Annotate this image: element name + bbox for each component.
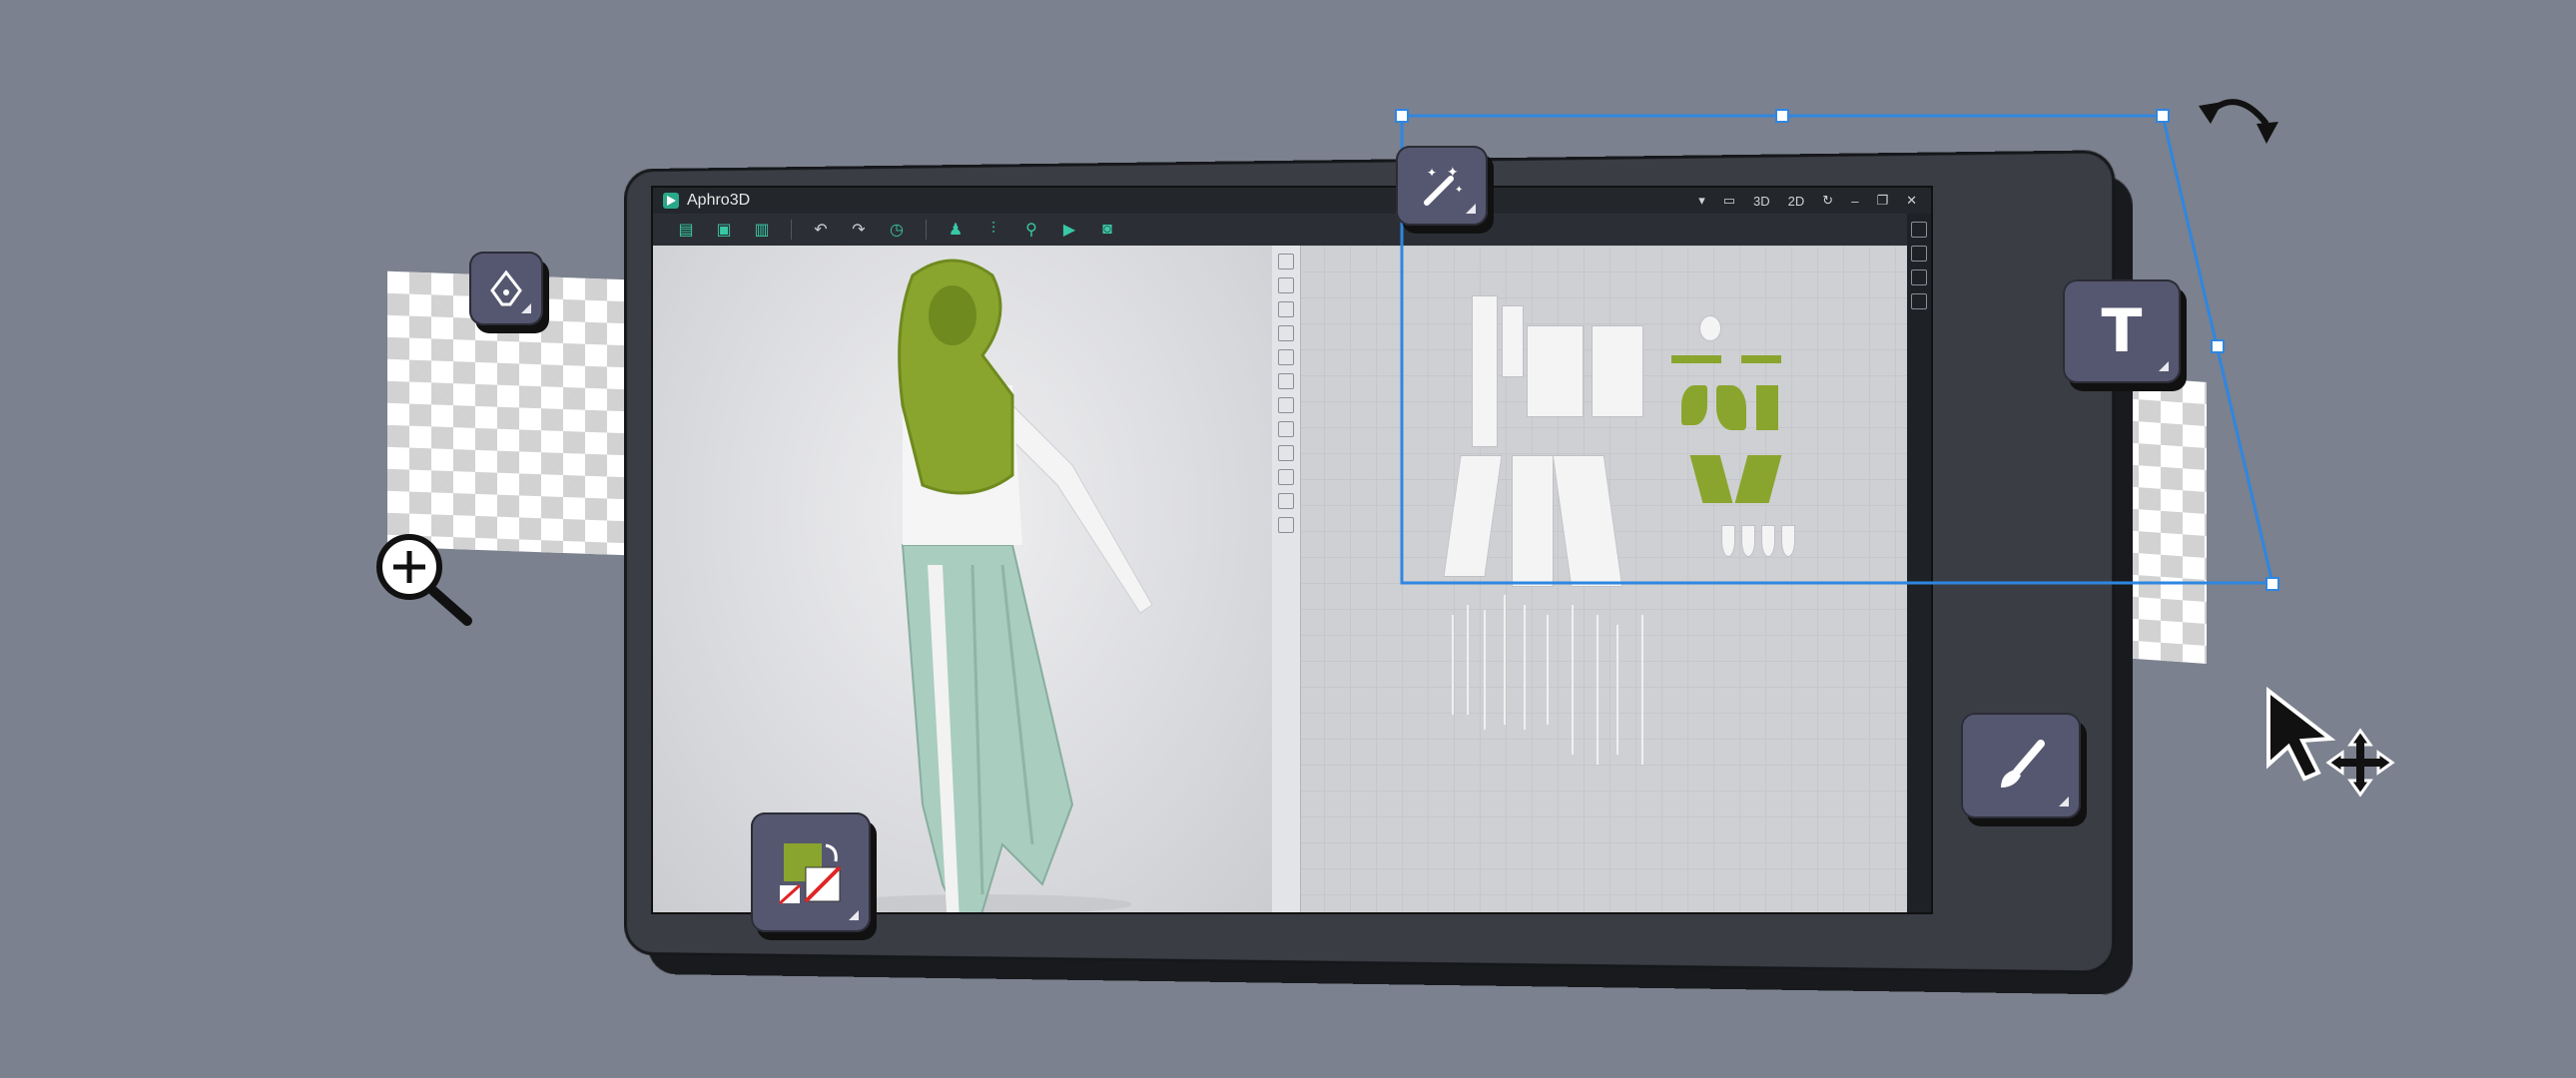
- magic-wand-tile[interactable]: ✦ ✦ ✦: [1396, 146, 1488, 226]
- redo-icon[interactable]: ↷: [850, 221, 868, 239]
- sew-icon[interactable]: [1278, 373, 1294, 389]
- camera-video-icon[interactable]: ▶: [1060, 221, 1078, 239]
- notch-icon[interactable]: [1278, 445, 1294, 461]
- pattern-strip[interactable]: [1467, 605, 1469, 715]
- save-icon[interactable]: ▣: [715, 221, 733, 239]
- pattern-strip[interactable]: [1452, 615, 1454, 715]
- selection-handle-top-left[interactable]: [1395, 109, 1409, 123]
- ruler-icon[interactable]: [1278, 517, 1294, 533]
- brush-icon: [2001, 740, 2045, 788]
- button-tool-icon[interactable]: [1278, 469, 1294, 485]
- fold-icon[interactable]: [1278, 421, 1294, 437]
- hanger-icon[interactable]: ⚲: [1022, 221, 1040, 239]
- polygon-icon[interactable]: [1278, 325, 1294, 341]
- rectangle-icon[interactable]: [1278, 301, 1294, 317]
- transform-icon[interactable]: [1278, 277, 1294, 293]
- pen-tool-tile[interactable]: [469, 252, 543, 325]
- pattern-strip[interactable]: [1547, 615, 1549, 725]
- magic-wand-icon: ✦ ✦ ✦: [1424, 165, 1463, 206]
- svg-text:✦: ✦: [1455, 185, 1463, 196]
- color-swatch-icon: [778, 843, 842, 905]
- svg-text:✦: ✦: [1427, 166, 1437, 180]
- undo-icon[interactable]: ↶: [812, 221, 830, 239]
- ellipse-icon[interactable]: [1278, 349, 1294, 365]
- selection-handle-top-mid[interactable]: [1775, 109, 1789, 123]
- pen-tool-icon: [490, 270, 522, 306]
- toolbar-divider: [926, 220, 927, 240]
- brush-tool-tile[interactable]: [1961, 713, 2081, 818]
- app-logo-icon: [663, 193, 679, 209]
- screenshot-icon[interactable]: ◙: [1098, 221, 1116, 239]
- rotate-arrow-icon[interactable]: [2197, 84, 2286, 154]
- text-tool-icon: T: [2101, 296, 2143, 366]
- avatar-pose-icon[interactable]: ♟: [947, 221, 965, 239]
- pin-icon[interactable]: [1278, 397, 1294, 413]
- select-icon[interactable]: [1278, 254, 1294, 270]
- selection-handle-top-right[interactable]: [2156, 109, 2170, 123]
- open-folder-icon[interactable]: ▤: [677, 221, 695, 239]
- pattern-strip[interactable]: [1572, 605, 1574, 755]
- cursor-move-icon: [2266, 686, 2395, 798]
- pattern-strip[interactable]: [1524, 605, 1526, 730]
- selection-handle-bottom-right[interactable]: [2265, 577, 2279, 591]
- export-icon[interactable]: ▥: [753, 221, 771, 239]
- garment-3d-render: [833, 259, 1153, 912]
- text-tool-tile[interactable]: T: [2063, 279, 2181, 383]
- zoom-in-icon[interactable]: [371, 529, 481, 629]
- pattern-strip[interactable]: [1641, 615, 1643, 765]
- pattern-strip[interactable]: [1616, 625, 1618, 755]
- toolbar-divider: [791, 220, 792, 240]
- 3d-viewport[interactable]: [653, 246, 1272, 912]
- pattern-tool-sidebar: [1272, 246, 1301, 912]
- measure-icon[interactable]: ⫶: [984, 221, 1002, 239]
- color-swatch-tile[interactable]: [751, 812, 871, 932]
- selection-handle-right-mid[interactable]: [2211, 339, 2225, 353]
- svg-text:✦: ✦: [1447, 165, 1459, 181]
- pattern-strip[interactable]: [1484, 610, 1486, 730]
- app-title: Aphro3D: [687, 192, 751, 209]
- pattern-strip[interactable]: [1597, 615, 1599, 765]
- history-icon[interactable]: ◷: [888, 221, 906, 239]
- zipper-icon[interactable]: [1278, 493, 1294, 509]
- pattern-strip[interactable]: [1504, 595, 1506, 725]
